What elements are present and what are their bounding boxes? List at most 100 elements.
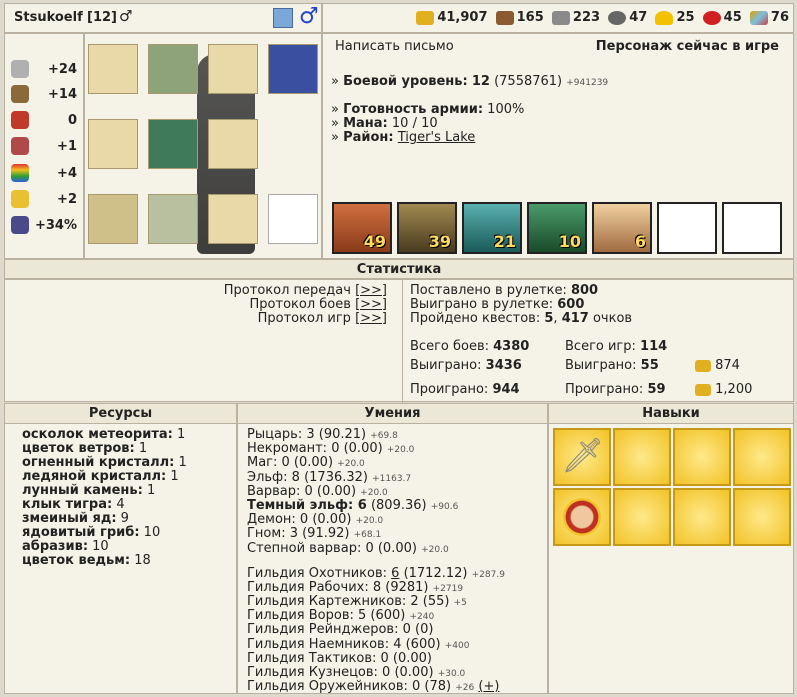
faction-skill-row: Гном: 3 (91.92) +68.1: [247, 526, 382, 542]
resource-sulfur: 25: [655, 10, 695, 25]
spellpower-icon: [11, 111, 29, 129]
spellbook-slot[interactable]: [268, 44, 318, 94]
district-row: » Район: Tiger's Lake: [331, 130, 476, 145]
write-letter-link[interactable]: Написать письмо: [335, 39, 454, 54]
luck-icon: [11, 164, 29, 182]
player-level: [12]: [87, 10, 117, 25]
resource-crystal: 45: [702, 10, 742, 25]
ability-slot-6[interactable]: [613, 488, 671, 546]
protocol-battles-row: Протокол боев [>>]: [249, 297, 387, 312]
sulfur-icon: [655, 10, 674, 25]
ability-slot-face[interactable]: [553, 488, 611, 546]
battles-lost-row: Проиграно: 944: [410, 382, 520, 397]
army-slot-3[interactable]: 21: [462, 202, 522, 254]
stat-attack: +24: [11, 58, 83, 80]
stat-spellpower: 0: [11, 109, 83, 131]
clan-icon: ♂: [119, 7, 133, 25]
resources-panel: Ресурсы осколок метеорита: 1 цветок ветро…: [4, 403, 237, 694]
ability-slot-8[interactable]: [733, 488, 791, 546]
army-slot-1[interactable]: 49: [332, 202, 392, 254]
resource-item: абразив: 10: [22, 539, 109, 554]
stat-initiative: +34%: [11, 214, 83, 236]
profile-card-icon[interactable]: [273, 8, 293, 28]
guild-skill-row: Гильдия Кузнецов: 0 (0.00) +30.0: [247, 664, 466, 680]
player-name[interactable]: Stsukoelf: [14, 10, 83, 25]
wood-icon: [495, 10, 514, 25]
resource-item: цветок ведьм: 18: [22, 553, 151, 568]
crystal-icon: [702, 10, 721, 25]
army-slot-5[interactable]: 6: [592, 202, 652, 254]
games-lost-gold: 1,200: [695, 382, 752, 397]
guild-skill-row: Гильдия Тактиков: 0 (0.00): [247, 650, 432, 666]
games-total-row: Всего игр: 114: [565, 339, 668, 354]
quests-row: Пройдено квестов: 5, 417 очков: [410, 311, 633, 326]
district-link[interactable]: Tiger's Lake: [398, 130, 476, 145]
ability-slot-2[interactable]: [613, 428, 671, 486]
protocol-transfers-row: Протокол передач [>>]: [223, 283, 387, 298]
protocol-battles-link[interactable]: [>>]: [355, 297, 387, 312]
knowledge-icon: [11, 137, 29, 155]
faction-skill-row: Варвар: 0 (0.00) +20.0: [247, 483, 388, 499]
resources-list: 41,907 165 223 47 25 45 76: [412, 10, 789, 29]
army-slot-7[interactable]: [722, 202, 782, 254]
weapon-slot[interactable]: [208, 194, 258, 244]
boots-slot[interactable]: [148, 194, 198, 244]
guild-skill-row: Гильдия Рабочих: 8 (9281) +2719: [247, 580, 464, 596]
resource-ore: 223: [551, 10, 600, 25]
games-lost-row: Проиграно: 59: [565, 382, 666, 397]
resources-title: Ресурсы: [5, 404, 236, 424]
portrait-icon: [563, 498, 601, 536]
guild-skill-row: Гильдия Наемников: 4 (600) +400: [247, 636, 470, 652]
ability-slot-4[interactable]: [733, 428, 791, 486]
skills-panel: Умения Рыцарь: 3 (90.21) +69.8 Некромант:…: [237, 403, 548, 694]
resource-item: клык тигра: 4: [22, 497, 125, 512]
ability-slot-sword[interactable]: 🗡: [553, 428, 611, 486]
upgrade-link[interactable]: (+): [478, 679, 499, 694]
ring-slot-1[interactable]: [88, 44, 138, 94]
online-status: Персонаж сейчас в игре: [595, 39, 779, 54]
resource-item: змеиный яд: 9: [22, 511, 129, 526]
guild-skill-row: Гильдия Охотников: 6 (1712.12) +287.9: [247, 566, 505, 581]
guild-skill-row: Гильдия Воров: 5 (600) +240: [247, 608, 435, 624]
skills-title: Умения: [238, 404, 547, 424]
resource-wood: 165: [495, 10, 544, 25]
protocol-transfers-link[interactable]: [>>]: [355, 283, 387, 298]
combat-level-row: » Боевой уровень: 12 (7558761) +941239: [331, 74, 609, 89]
resource-item: цветок ветров: 1: [22, 441, 148, 456]
equipment-panel: [84, 33, 322, 259]
games-won-gold: 874: [695, 358, 740, 373]
guild-skill-row: Гильдия Оружейников: 0 (78) +26 (+): [247, 678, 500, 694]
back-slot[interactable]: [208, 119, 258, 169]
faction-skill-row: Демон: 0 (0.00) +20.0: [247, 512, 384, 528]
bow-slot[interactable]: [88, 194, 138, 244]
amulet-slot[interactable]: [208, 44, 258, 94]
cloak-slot[interactable]: [148, 44, 198, 94]
army-slot-4[interactable]: 10: [527, 202, 587, 254]
mercury-icon: [608, 10, 627, 25]
resources-bar: 41,907 165 223 47 25 45 76: [322, 3, 794, 33]
initiative-icon: [11, 216, 29, 234]
games-won-row: Выиграно: 55: [565, 358, 659, 373]
resource-item: огненный кристалл: 1: [22, 455, 187, 470]
horse-slot[interactable]: [268, 194, 318, 244]
faction-skill-row: Маг: 0 (0.00) +20.0: [247, 455, 365, 471]
resource-mercury: 47: [608, 10, 647, 25]
ring-slot-2[interactable]: [88, 119, 138, 169]
faction-skill-row: Некромант: 0 (0.00) +20.0: [247, 441, 415, 457]
armor-slot[interactable]: [148, 119, 198, 169]
resource-gold: 41,907: [416, 10, 488, 25]
ability-slot-7[interactable]: [673, 488, 731, 546]
army-slot-6[interactable]: [657, 202, 717, 254]
roulette-won-row: Выиграно в рулетке: 600: [410, 297, 585, 312]
army-slot-2[interactable]: 39: [397, 202, 457, 254]
faction-skill-row: Рыцарь: 3 (90.21) +69.8: [247, 427, 398, 442]
character-info: Написать письмо Персонаж сейчас в игре »…: [322, 33, 794, 259]
resource-item: ядовитый гриб: 10: [22, 525, 161, 540]
army-ready-row: » Готовность армии: 100%: [331, 102, 525, 117]
ability-slot-3[interactable]: [673, 428, 731, 486]
faction-skill-row: Степной варвар: 0 (0.00) +20.0: [247, 540, 449, 556]
protocol-games-link[interactable]: [>>]: [355, 311, 387, 326]
protocol-games-row: Протокол игр [>>]: [257, 311, 387, 326]
resource-item: осколок метеорита: 1: [22, 427, 186, 442]
mana-row: » Мана: 10 / 10: [331, 116, 438, 131]
